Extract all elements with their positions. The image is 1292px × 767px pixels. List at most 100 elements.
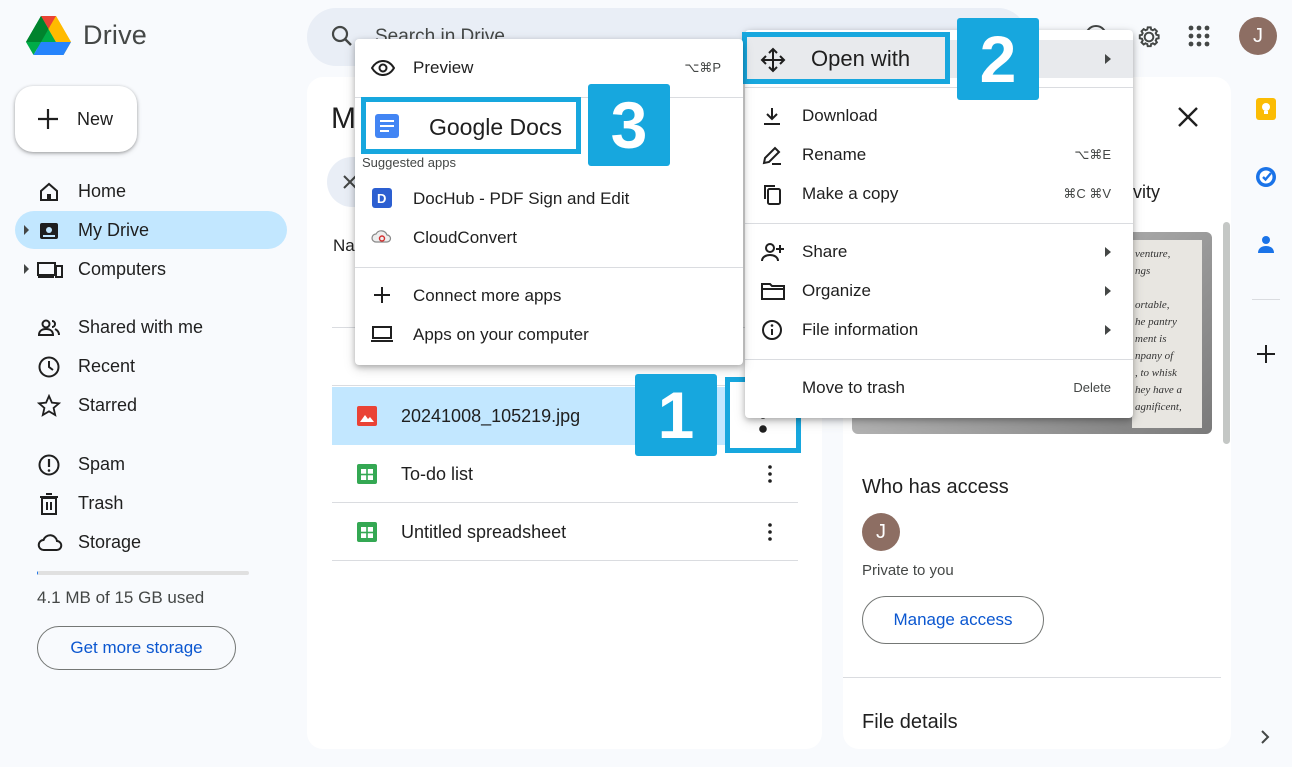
add-person-icon: [761, 241, 784, 263]
menu-divider: [745, 359, 1133, 360]
sidebar-item-label: Storage: [78, 532, 142, 552]
settings-gear-icon[interactable]: [1136, 24, 1162, 50]
star-icon: [37, 394, 61, 418]
computers-icon: [37, 258, 63, 282]
my-drive-icon: [37, 219, 61, 243]
close-details-icon[interactable]: [1177, 106, 1199, 128]
menu-item-label: Organize: [802, 280, 871, 300]
menu-item-share[interactable]: Share: [745, 232, 1133, 271]
menu-item-label: Move to trash: [802, 377, 905, 397]
step-2-callout: 2: [957, 18, 1039, 100]
menu-item-label: Download: [802, 105, 878, 125]
menu-item-move-to-trash[interactable]: Move to trash Delete: [745, 368, 1133, 407]
menu-item-label: Make a copy: [802, 183, 899, 203]
manage-access-button[interactable]: Manage access: [862, 596, 1044, 644]
preview-text-line: he pantry: [1135, 316, 1177, 328]
get-more-storage-button[interactable]: Get more storage: [37, 626, 236, 670]
menu-item-download[interactable]: Download: [745, 96, 1133, 135]
submenu-arrow-icon: [1105, 54, 1111, 64]
column-header-name[interactable]: Na: [333, 236, 355, 256]
more-actions-icon[interactable]: [760, 522, 780, 542]
sidebar-item-label: Computers: [78, 259, 167, 279]
sidebar-item-label: My Drive: [78, 220, 149, 240]
table-row[interactable]: Untitled spreadsheet: [332, 503, 798, 561]
sidebar-item-computers[interactable]: Computers: [15, 250, 287, 288]
menu-item-rename[interactable]: Rename ⌥⌘E: [745, 135, 1133, 174]
shortcut-text: ⌥⌘P: [684, 59, 721, 75]
menu-item-label: Connect more apps: [413, 285, 562, 305]
sidebar-item-starred[interactable]: Starred: [15, 386, 287, 424]
new-button[interactable]: New: [15, 86, 137, 152]
preview-text-line: ment is: [1135, 333, 1167, 345]
shortcut-text: ⌥⌘E: [1074, 146, 1111, 162]
sidebar-item-label: Home: [78, 181, 127, 201]
table-row[interactable]: To-do list: [332, 445, 798, 503]
cloud-icon: [37, 531, 63, 555]
menu-item-connect-more-apps[interactable]: Connect more apps: [355, 276, 743, 315]
storage-bar: [37, 571, 249, 575]
sidebar-item-label: Trash: [78, 493, 124, 513]
access-status-text: Private to you: [862, 562, 954, 579]
sidebar-item-my-drive[interactable]: My Drive: [15, 211, 287, 249]
account-avatar[interactable]: J: [1239, 17, 1277, 55]
submenu-arrow-icon: [1105, 285, 1111, 296]
menu-item-file-information[interactable]: File information: [745, 310, 1133, 349]
expand-caret-icon[interactable]: [24, 225, 29, 235]
page-title: M: [331, 102, 356, 135]
sidebar-item-spam[interactable]: Spam: [15, 445, 287, 483]
tab-activity[interactable]: vity: [1133, 182, 1160, 203]
menu-item-cloudconvert[interactable]: CloudConvert: [355, 218, 743, 257]
chevron-right-icon[interactable]: [1259, 729, 1271, 745]
menu-item-make-copy[interactable]: Make a copy ⌘C ⌘V: [745, 174, 1133, 213]
move-arrows-icon: [760, 47, 786, 73]
plus-icon: [37, 108, 59, 130]
info-icon: [761, 319, 783, 341]
menu-item-apps-on-computer[interactable]: Apps on your computer: [355, 315, 743, 354]
preview-text-line: npany of: [1135, 350, 1174, 362]
file-name[interactable]: To-do list: [401, 464, 473, 485]
menu-item-label: Preview: [413, 57, 474, 77]
storage-usage-text: 4.1 MB of 15 GB used: [37, 588, 205, 607]
sidebar-item-recent[interactable]: Recent: [15, 347, 287, 385]
submenu-arrow-icon: [1105, 246, 1111, 257]
contacts-icon[interactable]: [1254, 232, 1278, 256]
keep-icon[interactable]: [1254, 97, 1278, 121]
storage-bar-fill: [37, 571, 39, 575]
menu-divider: [745, 87, 1133, 88]
app-name: Drive: [83, 20, 148, 50]
expand-caret-icon[interactable]: [24, 264, 29, 274]
preview-text-line: ngs: [1135, 265, 1151, 277]
preview-text-line: agnificent,: [1135, 401, 1182, 413]
tasks-icon[interactable]: [1254, 165, 1278, 189]
sidebar-item-home[interactable]: Home: [15, 172, 287, 210]
svg-text:D: D: [377, 191, 386, 206]
shortcut-text: Delete: [1073, 380, 1111, 395]
search-icon[interactable]: [330, 24, 354, 48]
menu-item-organize[interactable]: Organize: [745, 271, 1133, 310]
drive-logo-icon[interactable]: [26, 16, 71, 56]
sidebar-item-label: Starred: [78, 395, 138, 415]
open-with-highlight[interactable]: Open with: [742, 32, 950, 84]
menu-item-label: DocHub - PDF Sign and Edit: [413, 188, 630, 208]
folder-icon: [761, 280, 785, 302]
sidebar-item-storage[interactable]: Storage: [15, 523, 287, 561]
file-name[interactable]: Untitled spreadsheet: [401, 522, 566, 543]
sheets-file-icon: [357, 522, 377, 542]
image-file-icon: [357, 406, 377, 426]
new-button-label: New: [77, 108, 114, 129]
suggested-apps-label: Suggested apps: [362, 155, 456, 170]
details-scrollbar[interactable]: [1223, 222, 1230, 444]
file-name[interactable]: 20241008_105219.jpg: [401, 406, 580, 427]
sidebar-item-shared[interactable]: Shared with me: [15, 308, 287, 346]
sidebar-item-trash[interactable]: Trash: [15, 484, 287, 522]
apps-grid-icon[interactable]: [1188, 25, 1210, 47]
more-actions-icon[interactable]: [760, 464, 780, 484]
menu-item-dochub[interactable]: D DocHub - PDF Sign and Edit: [355, 179, 743, 218]
plus-icon: [372, 285, 394, 307]
add-addon-icon[interactable]: [1254, 342, 1278, 366]
menu-item-label: Open with: [811, 46, 911, 71]
download-icon: [761, 105, 783, 127]
shared-icon: [37, 316, 61, 340]
menu-item-preview[interactable]: Preview ⌥⌘P: [355, 48, 743, 87]
google-docs-highlight[interactable]: Google Docs: [361, 97, 581, 154]
